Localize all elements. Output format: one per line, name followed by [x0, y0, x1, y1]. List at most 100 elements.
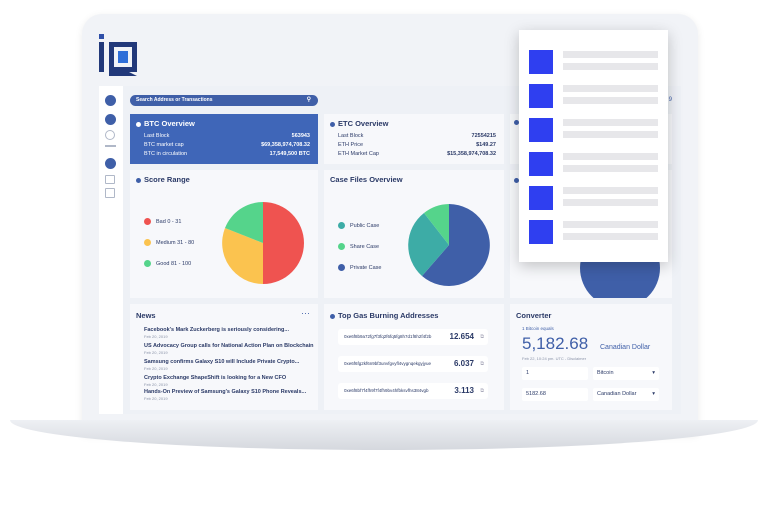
- btc-title: BTC Overview: [144, 119, 195, 128]
- case-legend-item: Private Case: [338, 264, 382, 271]
- etc-row-label: Last Block: [338, 133, 364, 139]
- news-item-date: Feb 20, 2019: [144, 366, 168, 371]
- gas-row[interactable]: 0xe6f8b9a72fg7f3fq2f6fq5fg8h7d1f8h2f4f2b…: [338, 329, 488, 345]
- copy-icon[interactable]: ⧉: [480, 388, 484, 394]
- placeholder-bar: [563, 97, 658, 104]
- gas-dot-icon: [330, 313, 335, 319]
- book-icon[interactable]: [105, 175, 115, 184]
- placeholder-bar: [563, 187, 658, 194]
- converter-card: Converter 1 Bitcoin equals 5,182.68 Cana…: [510, 304, 672, 410]
- calendar-icon[interactable]: [105, 188, 115, 198]
- list-icon[interactable]: [105, 145, 116, 147]
- news-card: News ··· Facebook's Mark Zuckerberg is s…: [130, 304, 318, 410]
- etc-row-value: $15,358,974,708.32: [447, 151, 496, 157]
- app-logo: [99, 34, 137, 76]
- news-item[interactable]: Samsung confirms Galaxy S10 will Include…: [144, 359, 304, 371]
- converter-to-select[interactable]: Canadian Dollar ▾: [593, 388, 659, 401]
- globe-icon[interactable]: [105, 158, 116, 169]
- news-item[interactable]: US Advocacy Group calls for National Act…: [144, 343, 314, 355]
- converter-equals: 1 Bitcoin equals: [522, 326, 554, 331]
- copy-icon[interactable]: ⧉: [480, 334, 484, 340]
- news-item[interactable]: Crypto Exchange ShapeShift is looking fo…: [144, 375, 304, 387]
- search-input[interactable]: Search Address or Transactions ⚲: [130, 95, 318, 106]
- score-title-wrap: Score Range: [136, 175, 190, 184]
- btc-title-wrap: BTC Overview: [136, 119, 195, 128]
- gas-address: 0xe6f6fg2kf6n9bf3unvfgvyfl4vygnqekgyjyue: [344, 361, 432, 366]
- placeholder-bar: [563, 63, 658, 70]
- news-item-title[interactable]: Crypto Exchange ShapeShift is looking fo…: [144, 375, 304, 381]
- home-icon[interactable]: [105, 95, 116, 106]
- placeholder-bar: [563, 51, 658, 58]
- news-item-title[interactable]: Samsung confirms Galaxy S10 will Include…: [144, 359, 304, 365]
- news-item-date: Feb 20, 2019: [144, 396, 168, 401]
- etc-row: Last Block 72554215: [338, 133, 496, 139]
- gas-title-wrap: Top Gas Burning Addresses: [330, 311, 438, 320]
- gas-value: 12.654: [449, 332, 474, 341]
- btc-row-label: BTC market cap: [144, 142, 184, 148]
- btc-row: BTC market cap $69,358,974,708.32: [144, 142, 310, 148]
- btc-overview-card: BTC Overview Last Block 563943 BTC market…: [130, 114, 318, 164]
- news-item-date: Feb 20, 2019: [144, 350, 168, 355]
- list-thumb-icon: [529, 186, 553, 210]
- more-icon[interactable]: ···: [301, 308, 310, 318]
- etc-row-label: ETH Market Cap: [338, 151, 379, 157]
- placeholder-bar: [563, 221, 658, 228]
- converter-currency: Canadian Dollar: [600, 344, 651, 351]
- converter-from-select[interactable]: Bitcoin ▾: [593, 367, 659, 380]
- score-dot-icon: [136, 177, 141, 183]
- placeholder-bar: [563, 131, 658, 138]
- news-item[interactable]: Hands-On Preview of Samsung's Galaxy S10…: [144, 389, 306, 401]
- news-item-title[interactable]: Hands-On Preview of Samsung's Galaxy S10…: [144, 389, 306, 395]
- legend-swatch: [144, 260, 151, 267]
- etc-row-value: $149.27: [476, 142, 496, 148]
- gas-address: 0xe6f8bf7f4fh9f7f4fh9bv4hfbksvfhs384vgb: [344, 388, 429, 393]
- converter-amount-input[interactable]: 1: [522, 367, 588, 380]
- btc-row-label: Last Block: [144, 133, 170, 139]
- converter-amount: 5,182.68: [522, 334, 589, 353]
- btc-row-label: BTC in circulation: [144, 151, 188, 157]
- btc-row-value: $69,358,974,708.32: [261, 142, 310, 148]
- btc-row: Last Block 563943: [144, 133, 310, 139]
- case-title-wrap: Case Files Overview: [330, 175, 403, 184]
- news-item-title[interactable]: Facebook's Mark Zuckerberg is seriously …: [144, 327, 304, 333]
- converter-result-input[interactable]: 5182.68: [522, 388, 588, 401]
- case-pie-chart: [408, 204, 490, 286]
- list-thumb-icon: [529, 50, 553, 74]
- etc-dot-icon: [330, 121, 335, 127]
- legend-swatch: [338, 222, 345, 229]
- legend-swatch: [338, 264, 345, 271]
- gas-title: Top Gas Burning Addresses: [338, 311, 439, 320]
- news-title: News: [136, 311, 156, 320]
- copy-icon[interactable]: ⧉: [480, 361, 484, 367]
- gas-row[interactable]: 0xe6f6fg2kf6n9bf3unvfgvyfl4vygnqekgyjyue…: [338, 356, 488, 372]
- case-legend-label: Public Case: [350, 222, 380, 229]
- score-range-card: Score Range Bad 0 - 31 Medium 31 - 80 Go…: [130, 170, 318, 298]
- search-nav-icon[interactable]: [105, 130, 115, 140]
- legend-swatch: [144, 218, 151, 225]
- news-item-title[interactable]: US Advocacy Group calls for National Act…: [144, 343, 314, 349]
- case-legend-item: Public Case: [338, 222, 379, 229]
- placeholder-bar: [563, 119, 658, 126]
- search-icon[interactable]: ⚲: [307, 95, 311, 106]
- sidebar: [99, 86, 123, 414]
- score-pie-chart: [222, 202, 304, 284]
- btc-row: BTC in circulation 17,549,500 BTC: [144, 151, 310, 157]
- list-thumb-icon: [529, 84, 553, 108]
- etc-title: ETC Overview: [338, 119, 389, 128]
- etc-row: ETH Price $149.27: [338, 142, 496, 148]
- score-legend-item: Bad 0 - 31: [144, 218, 181, 225]
- news-item-date: Feb 20, 2019: [144, 382, 168, 387]
- partial-value: 9: [668, 97, 672, 103]
- etc-row-label: ETH Price: [338, 142, 364, 148]
- score-legend-item: Good 81 - 100: [144, 260, 191, 267]
- dashboard-icon[interactable]: [105, 114, 116, 125]
- news-item[interactable]: Facebook's Mark Zuckerberg is seriously …: [144, 327, 304, 339]
- legend-swatch: [338, 243, 345, 250]
- etc-row: ETH Market Cap $15,358,974,708.32: [338, 151, 496, 157]
- gas-address: 0xe6f8b9a72fg7f3fq2f6fq5fg8h7d1f8h2f4f2b: [344, 334, 432, 339]
- case-legend-item: Share Case: [338, 243, 379, 250]
- list-thumb-icon: [529, 118, 553, 142]
- etc-row-value: 72554215: [471, 133, 496, 139]
- gas-row[interactable]: 0xe6f8bf7f4fh9f7f4fh9bv4hfbksvfhs384vgb 3…: [338, 383, 488, 399]
- chevron-down-icon: ▾: [652, 370, 655, 376]
